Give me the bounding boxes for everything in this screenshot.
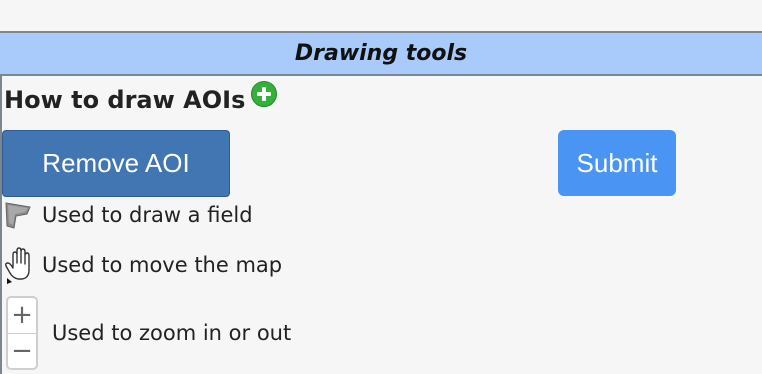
tool-move-text: Used to move the map — [42, 253, 283, 277]
remove-aoi-button[interactable]: Remove AOI — [2, 130, 230, 197]
zoom-control-icon: + − — [6, 296, 38, 370]
submit-button[interactable]: Submit — [558, 130, 676, 196]
how-to-draw-section: How to draw AOIs — [4, 81, 278, 114]
plus-circle-icon[interactable] — [251, 81, 278, 107]
tool-row-move: Used to move the map — [4, 246, 282, 284]
hand-pan-icon — [5, 247, 30, 284]
panel-left-border — [0, 76, 2, 374]
drawing-tools-header: Drawing tools — [0, 31, 762, 76]
tool-zoom-text: Used to zoom in or out — [52, 321, 292, 345]
zoom-in-icon: + — [8, 298, 36, 334]
tool-row-zoom: + − Used to zoom in or out — [6, 296, 291, 370]
zoom-out-icon: − — [11, 335, 33, 366]
tool-row-draw: Used to draw a field — [4, 200, 253, 230]
how-to-draw-label: How to draw AOIs — [4, 86, 246, 114]
header-title: Drawing tools — [294, 41, 468, 66]
tool-draw-text: Used to draw a field — [42, 203, 253, 227]
polygon-draw-icon — [5, 202, 31, 229]
